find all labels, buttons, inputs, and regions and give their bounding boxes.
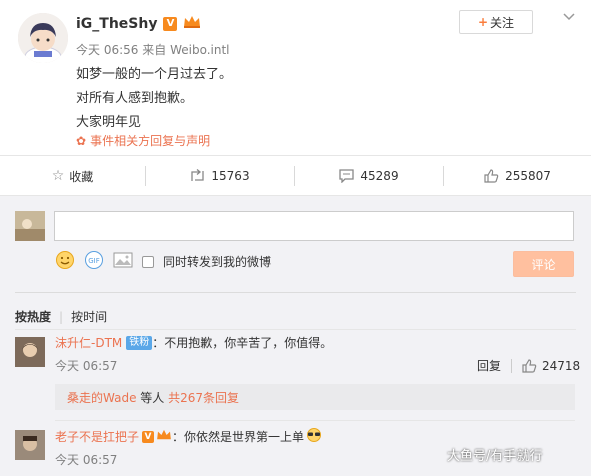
sub-reply-mid: 等人 [136,390,169,405]
action-bar: ☆ 收藏 15763 45289 255807 [0,155,591,196]
vip-crown-icon [183,15,201,32]
comment-button[interactable]: 45289 [295,156,443,196]
comment-text: ：不用抱歉，你辛苦了，你值得。 [152,336,333,350]
post-content: 如梦一般的一个月过去了。 对所有人感到抱歉。 大家明年见 [76,63,232,135]
sunglasses-emoji-icon [306,428,322,445]
fan-badge: 铁粉 [126,335,153,350]
post-meta: 今天 06:56 来自 Weibo.intl [76,41,230,58]
favorite-label: 收藏 [69,169,94,184]
submit-comment-button[interactable]: 评论 [513,251,574,277]
comment-text: ：你依然是世界第一上单 [172,430,305,444]
username[interactable]: iG_TheShy [76,16,157,32]
action-separator [511,358,513,373]
section-divider [15,292,576,293]
tab-sort-time[interactable]: 按时间 [71,308,107,325]
image-icon[interactable] [113,251,133,272]
sort-tabs: 按热度 | 按时间 [15,308,107,325]
comment-avatar[interactable] [15,430,45,460]
comment-time: 今天 06:57 [55,453,118,467]
sub-reply-count[interactable]: 共267条回复 [168,389,239,406]
composer-tools: GIF 同时转发到我的微博 [55,250,271,273]
comment-time: 今天 06:57 [55,359,118,373]
post-time[interactable]: 今天 06:56 [76,43,138,57]
flower-icon: ✿ [76,133,87,148]
sub-replies-box[interactable]: 桑走的Wade 等人 共267条回复 [55,384,575,410]
comment-actions: 回复 24718 [477,357,580,374]
avatar-illustration-icon [18,13,68,63]
related-link-label: 事件相关方回复与声明 [90,134,211,148]
star-icon: ☆ [51,168,65,184]
verified-v-icon: V [163,16,178,31]
post-line-2: 对所有人感到抱歉。 [76,91,194,106]
tab-sort-hot[interactable]: 按热度 [15,308,51,325]
comment-input[interactable] [54,211,574,241]
watermark-text: 大鱼号/有手就行 [447,449,543,464]
gif-icon[interactable]: GIF [84,250,104,273]
post-line-1: 如梦一般的一个月过去了。 [76,67,233,82]
vip-crown-icon [156,429,172,444]
comment-count: 45289 [360,169,399,183]
thumbs-up-icon [484,169,499,183]
watermark: 大鱼号/有手就行 [447,445,542,464]
plus-icon: + [477,15,489,29]
emoji-icon[interactable] [55,250,75,273]
related-statement-link[interactable]: ✿ 事件相关方回复与声明 [76,132,210,149]
sort-divider [15,329,576,330]
comment-line: 沫升仁-DTM 铁粉 ：不用抱歉，你辛苦了，你值得。 [55,334,332,351]
repost-count: 15763 [211,169,250,183]
comment-username[interactable]: 沫升仁-DTM [55,334,122,351]
user-avatar[interactable] [18,13,68,63]
comment-divider [55,420,575,421]
favorite-button[interactable]: ☆ 收藏 [0,156,145,196]
repost-icon [191,169,205,181]
tab-separator: | [59,309,64,324]
submit-label: 评论 [531,257,556,272]
like-button[interactable]: 255807 [444,156,591,196]
reply-button[interactable]: 回复 [477,357,501,374]
repost-button[interactable]: 15763 [146,156,294,196]
sub-reply-user[interactable]: 桑走的Wade [67,389,136,406]
comment-icon [339,169,355,183]
post-source[interactable]: Weibo.intl [170,43,229,57]
comment-line: 老子不是扛把子 V ：你依然是世界第一上单 [55,428,322,445]
comment-username[interactable]: 老子不是扛把子 [55,428,139,445]
svg-text:GIF: GIF [88,257,100,265]
follow-button[interactable]: + 关注 [459,10,533,34]
comment-like-count: 24718 [542,358,581,373]
source-prefix: 来自 [142,43,167,57]
verified-v-icon: V [142,430,155,443]
forward-label: 同时转发到我的微博 [163,255,272,269]
current-user-avatar [15,211,45,241]
follow-label: 关注 [490,15,515,30]
weibo-post-page: iG_TheShy V + 关注 今天 06:56 来自 Weibo.intl … [0,0,591,476]
comment-avatar[interactable] [15,337,45,367]
user-name-row: iG_TheShy V [76,15,201,32]
like-count: 255807 [505,169,551,183]
forward-checkbox[interactable] [142,255,154,268]
more-options-chevron-icon[interactable] [562,10,576,27]
thumbs-up-icon[interactable] [522,358,537,373]
